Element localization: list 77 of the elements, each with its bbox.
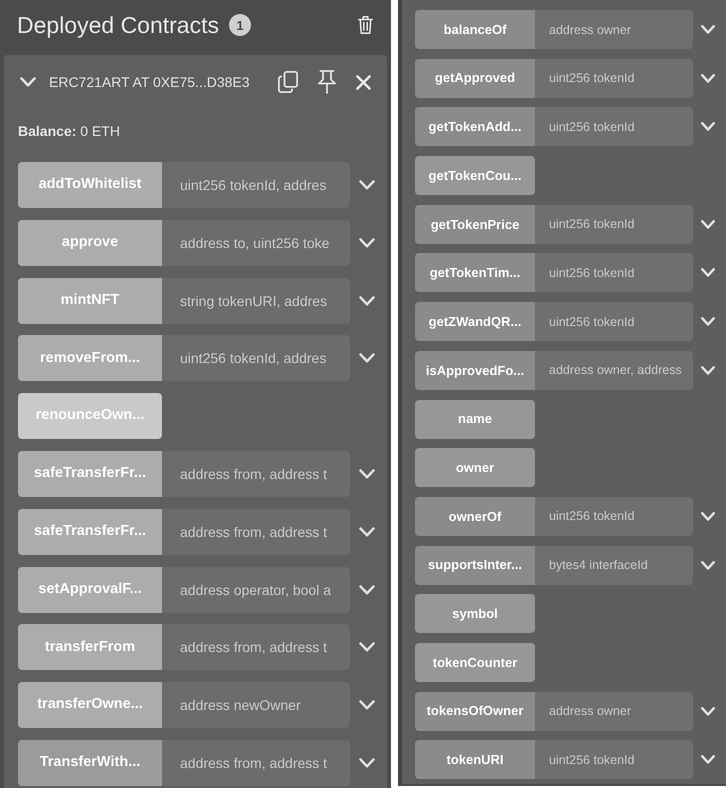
parameter-field[interactable]: address from, address t <box>162 624 350 670</box>
parameter-field[interactable]: address to, uint256 toke <box>162 220 350 266</box>
parameter-field[interactable]: uint256 tokenId <box>535 58 693 98</box>
chevron-down-icon[interactable] <box>359 468 375 479</box>
function-button[interactable]: symbol <box>415 594 535 634</box>
copy-icon[interactable] <box>278 71 298 93</box>
parameter-field[interactable]: address owner <box>535 10 693 49</box>
chevron-down-icon[interactable] <box>701 706 715 716</box>
chevron-down-icon[interactable] <box>359 642 375 652</box>
function-button[interactable]: name <box>415 400 535 438</box>
chevron-down-icon[interactable] <box>701 317 715 326</box>
function-button[interactable]: approve <box>18 220 162 266</box>
function-button[interactable]: getApproved <box>415 58 535 98</box>
function-button[interactable]: TransferWith... <box>18 740 162 786</box>
function-button[interactable]: owner <box>415 448 535 488</box>
parameter-field[interactable]: uint256 tokenId <box>535 302 693 342</box>
contract-title: ERC721ART AT 0XE75...D38E3 <box>49 72 250 92</box>
parameter-field[interactable]: address from, address t <box>162 740 350 786</box>
parameter-field[interactable]: address from, address t <box>162 450 350 497</box>
function-button[interactable]: removeFrom... <box>18 335 162 382</box>
parameter-field[interactable]: address owner, address <box>535 350 693 390</box>
count-badge: 1 <box>229 14 251 36</box>
function-button[interactable]: safeTransferFr... <box>18 508 162 555</box>
chevron-down-icon[interactable] <box>701 122 715 132</box>
chevron-down-icon[interactable] <box>359 526 375 537</box>
balance-text: Balance: 0 ETH <box>18 122 120 140</box>
chevron-down-icon[interactable] <box>701 755 715 764</box>
parameter-field[interactable]: uint256 tokenId <box>535 107 693 146</box>
function-button[interactable]: addToWhitelist <box>18 162 162 208</box>
function-button[interactable]: mintNFT <box>18 278 162 324</box>
pin-icon[interactable] <box>318 70 336 94</box>
parameter-field[interactable]: uint256 tokenId <box>535 204 693 244</box>
function-button[interactable]: getTokenTim... <box>415 253 535 292</box>
parameter-field[interactable]: uint256 tokenId <box>535 253 693 292</box>
chevron-down-icon[interactable] <box>701 512 715 521</box>
chevron-down-icon[interactable] <box>359 758 375 768</box>
chevron-down-icon[interactable] <box>359 700 375 710</box>
function-button[interactable]: tokensOfOwner <box>415 692 535 731</box>
chevron-down-icon[interactable] <box>701 25 715 34</box>
chevron-down-icon[interactable] <box>701 268 715 278</box>
parameter-field[interactable]: uint256 tokenId, addres <box>162 162 350 208</box>
chevron-down-icon[interactable] <box>359 238 375 248</box>
function-button[interactable]: transferFrom <box>18 624 162 670</box>
panel-title: Deployed Contracts <box>17 14 219 36</box>
chevron-down-icon[interactable] <box>20 77 36 87</box>
function-button[interactable]: isApprovedFo... <box>415 350 535 390</box>
parameter-field[interactable]: string tokenURI, addres <box>162 278 350 324</box>
function-button[interactable]: getTokenCou... <box>415 156 535 196</box>
function-button[interactable]: safeTransferFr... <box>18 450 162 497</box>
function-button[interactable]: setApprovalF... <box>18 566 162 613</box>
trash-icon[interactable] <box>358 16 373 34</box>
chevron-down-icon[interactable] <box>701 366 715 375</box>
parameter-field[interactable]: address newOwner <box>162 682 350 728</box>
parameter-field[interactable]: uint256 tokenId, addres <box>162 335 350 382</box>
parameter-field[interactable]: bytes4 interfaceId <box>535 546 693 585</box>
function-button[interactable]: getZWandQR... <box>415 302 535 342</box>
chevron-down-icon[interactable] <box>359 353 375 364</box>
parameter-field[interactable]: uint256 tokenId <box>535 496 693 536</box>
function-button[interactable]: tokenCounter <box>415 642 535 682</box>
function-button[interactable]: supportsInter... <box>415 546 535 585</box>
close-icon[interactable] <box>356 74 371 90</box>
function-button[interactable]: ownerOf <box>415 496 535 536</box>
parameter-field[interactable]: address owner <box>535 692 693 731</box>
parameter-field[interactable]: address operator, bool a <box>162 566 350 613</box>
chevron-down-icon[interactable] <box>359 584 375 595</box>
function-button[interactable]: balanceOf <box>415 10 535 49</box>
chevron-down-icon[interactable] <box>701 74 715 83</box>
function-button[interactable]: tokenURI <box>415 740 535 780</box>
function-button[interactable]: getTokenAdd... <box>415 107 535 146</box>
parameter-field[interactable]: uint256 tokenId <box>535 740 693 780</box>
chevron-down-icon[interactable] <box>359 180 375 190</box>
chevron-down-icon[interactable] <box>359 296 375 306</box>
chevron-down-icon[interactable] <box>701 560 715 570</box>
function-button[interactable]: transferOwne... <box>18 682 162 728</box>
parameter-field[interactable]: address from, address t <box>162 508 350 555</box>
function-button[interactable]: getTokenPrice <box>415 204 535 244</box>
chevron-down-icon[interactable] <box>701 220 715 229</box>
